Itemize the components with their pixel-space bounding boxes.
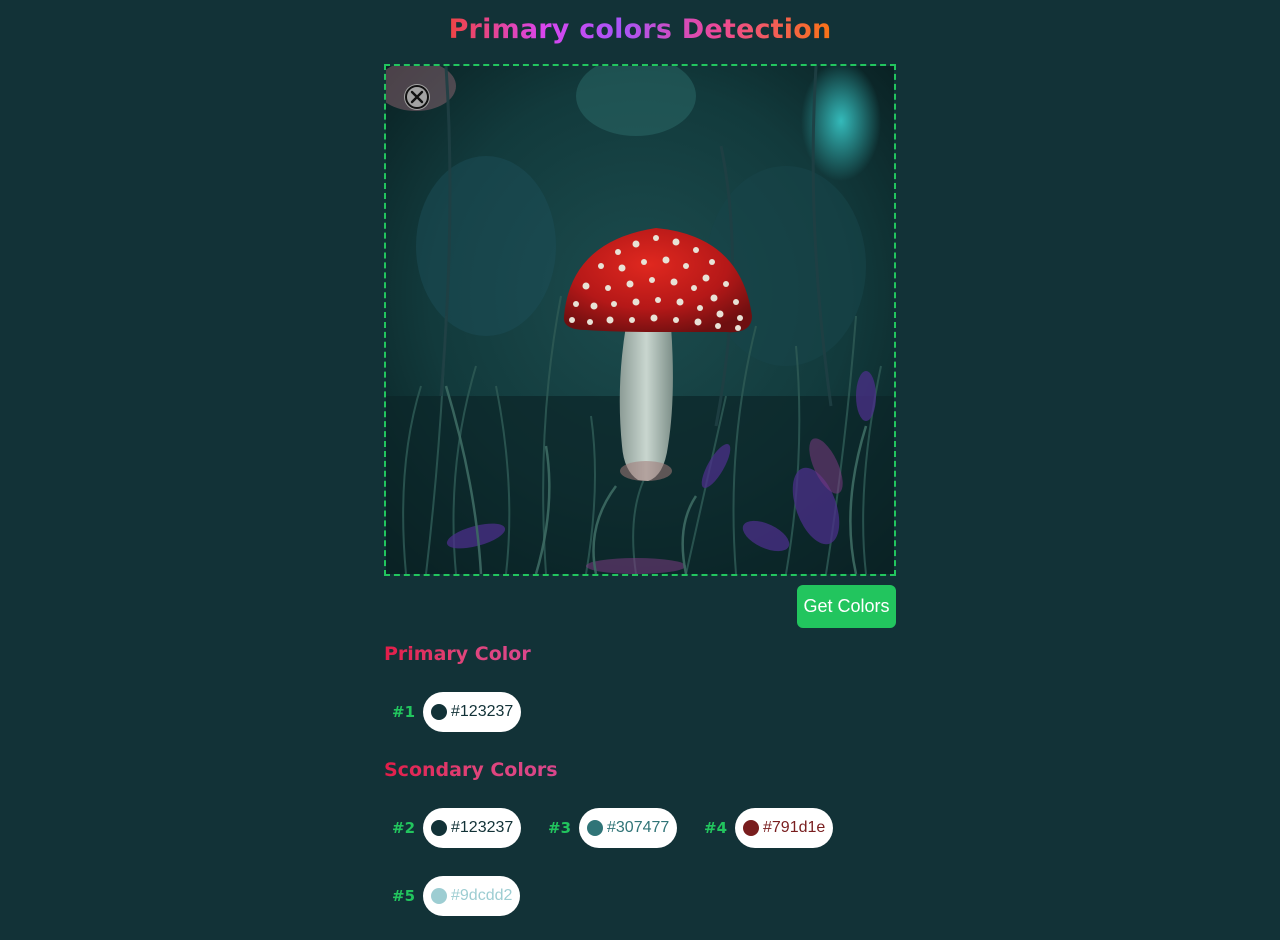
color-rank: #1	[392, 703, 416, 721]
image-dropzone[interactable]	[384, 64, 896, 576]
color-item-3: #3 #307477	[540, 808, 678, 848]
get-colors-button[interactable]: Get Colors	[797, 585, 896, 628]
color-hex: #123237	[451, 703, 514, 720]
color-item-5: #5 #9dcdd2	[384, 876, 521, 916]
close-icon	[405, 85, 429, 109]
color-item-2: #2 #123237	[384, 808, 522, 848]
remove-image-button[interactable]	[404, 84, 430, 110]
color-rank: #4	[704, 819, 728, 837]
page: Primary colors Detection Get Colors Prim…	[0, 0, 1280, 940]
color-rank: #5	[392, 887, 416, 905]
color-chip[interactable]: #9dcdd2	[423, 876, 521, 916]
color-hex: #9dcdd2	[451, 887, 513, 904]
color-dot	[431, 820, 447, 836]
color-chip[interactable]: #307477	[579, 808, 678, 848]
secondary-colors-heading: Scondary Colors	[384, 759, 558, 781]
color-chip[interactable]: #123237	[423, 692, 522, 732]
color-item-4: #4 #791d1e	[696, 808, 834, 848]
color-rank: #2	[392, 819, 416, 837]
page-title: Primary colors Detection	[448, 14, 832, 45]
color-hex: #791d1e	[763, 819, 826, 836]
color-dot	[431, 704, 447, 720]
color-dot	[431, 888, 447, 904]
color-item-1: #1 #123237	[384, 692, 522, 732]
color-chip[interactable]: #123237	[423, 808, 522, 848]
color-chip[interactable]: #791d1e	[735, 808, 834, 848]
color-hex: #123237	[451, 819, 514, 836]
uploaded-image	[386, 66, 894, 574]
primary-color-heading: Primary Color	[384, 643, 531, 665]
color-hex: #307477	[607, 819, 670, 836]
color-dot	[743, 820, 759, 836]
color-dot	[587, 820, 603, 836]
color-rank: #3	[548, 819, 572, 837]
